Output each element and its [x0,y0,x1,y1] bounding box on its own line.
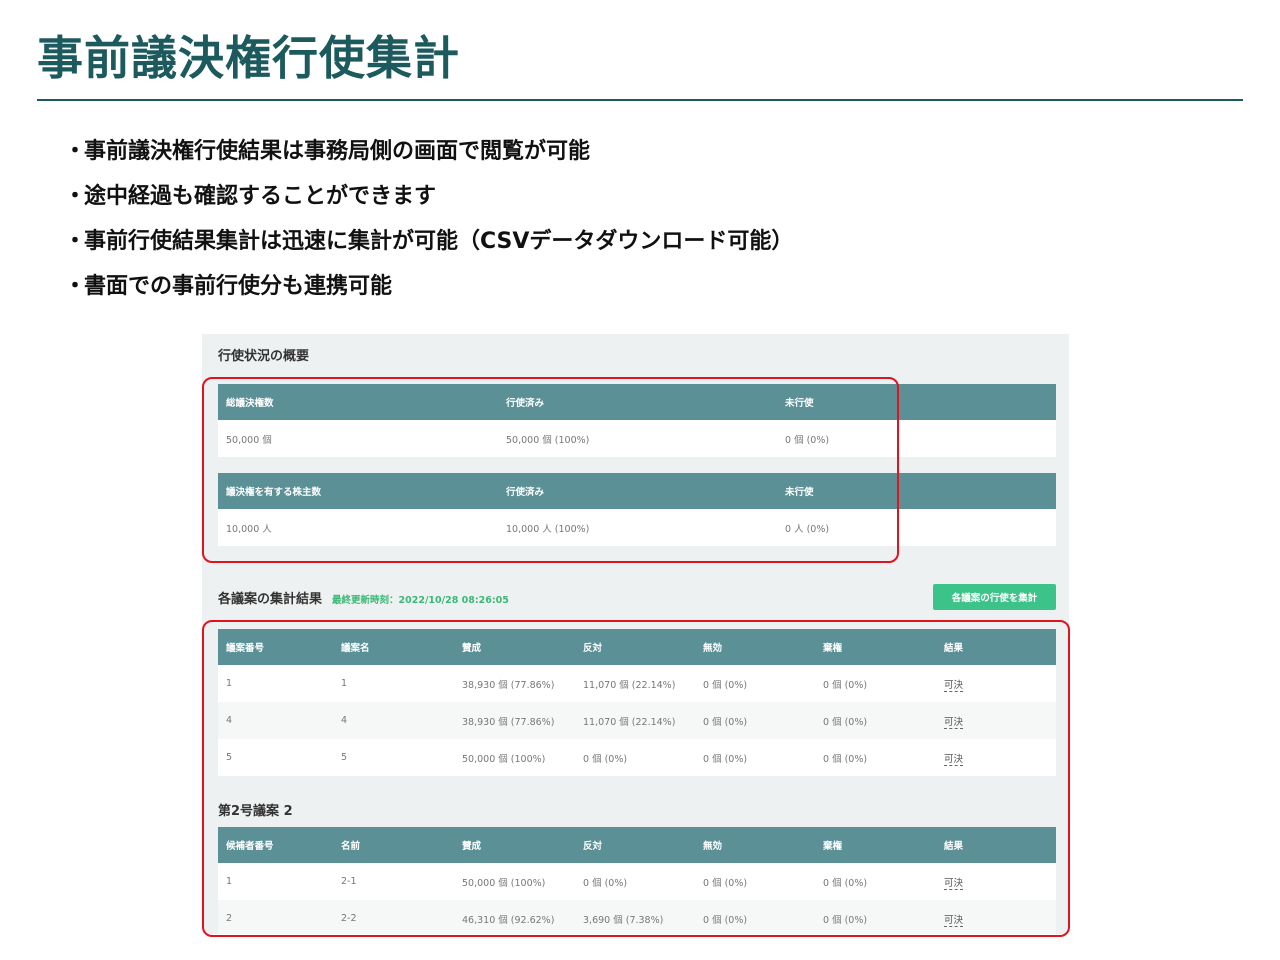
bullet-item: ・事前議決権行使結果は事務局側の画面で閲覧が可能 [64,133,793,178]
overview-title: 行使状況の概要 [218,349,310,364]
last-updated-timestamp: 最終更新時刻：2022/10/28 08:26:05 [332,595,509,606]
bullet-text: 事前行使結果集計は迅速に集計が可能（CSVデータダウンロード可能） [84,229,794,254]
bullet-mark: ・ [64,229,87,254]
results-highlight-box [202,620,1070,937]
slide-title: 事前議決権行使集計 [37,31,460,85]
bullet-text: 事前議決権行使結果は事務局側の画面で閲覧が可能 [84,139,591,164]
bullet-mark: ・ [64,139,87,164]
bullet-item: ・書面での事前行使分も連携可能 [64,268,793,313]
bullet-text: 書面での事前行使分も連携可能 [84,274,393,299]
results-title-text: 各議案の集計結果 [218,592,323,607]
title-divider [37,99,1243,101]
results-title: 各議案の集計結果 最終更新時刻：2022/10/28 08:26:05 [218,588,509,607]
bullet-mark: ・ [64,184,87,209]
bullet-text: 途中経過も確認することができます [84,184,437,209]
bullet-list: ・事前議決権行使結果は事務局側の画面で閲覧が可能 ・途中経過も確認することができ… [64,133,793,313]
bullet-item: ・途中経過も確認することができます [64,178,793,223]
tally-proposals-button[interactable]: 各議案の行使を集計 [933,584,1056,610]
bullet-mark: ・ [64,274,87,299]
overview-highlight-box [202,377,899,563]
bullet-item: ・事前行使結果集計は迅速に集計が可能（CSVデータダウンロード可能） [64,223,793,268]
